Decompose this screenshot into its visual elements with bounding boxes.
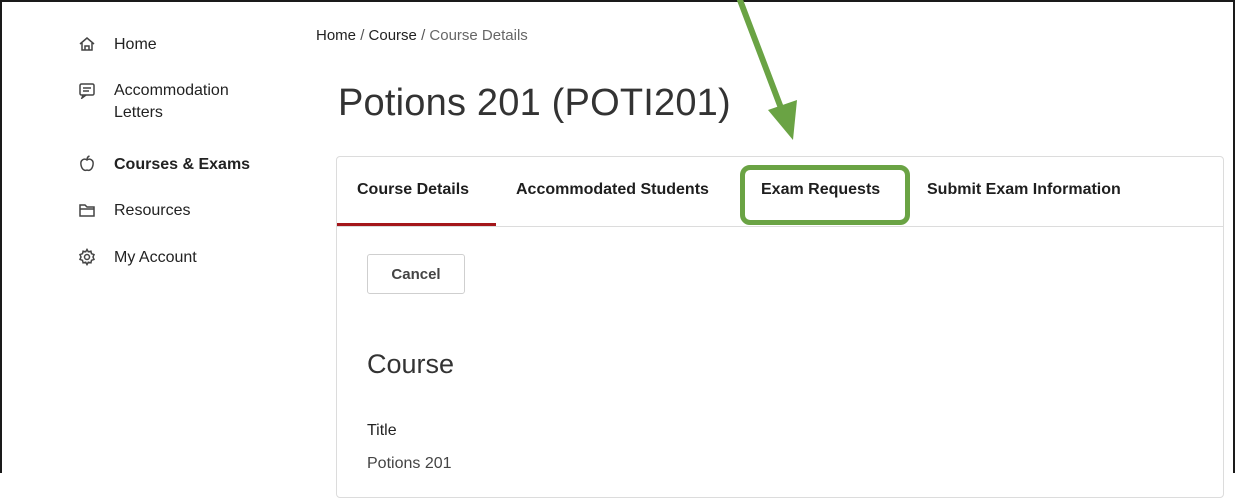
cancel-button[interactable]: Cancel bbox=[367, 254, 465, 294]
breadcrumb: Home / Course / Course Details bbox=[316, 27, 528, 44]
breadcrumb-home[interactable]: Home bbox=[316, 27, 356, 44]
sidebar-item-resources[interactable]: Resources bbox=[78, 200, 190, 223]
sidebar-item-label: Resources bbox=[114, 202, 191, 219]
section-title: Course bbox=[367, 349, 455, 379]
breadcrumb-separator: / bbox=[421, 27, 426, 44]
page-title: Potions 201 (POTI201) bbox=[338, 82, 731, 124]
sidebar-item-home[interactable]: Home bbox=[78, 34, 157, 57]
sidebar-item-accommodation-letters[interactable]: Accommodation Letters bbox=[78, 80, 229, 124]
folder-icon bbox=[78, 201, 100, 223]
sidebar-item-my-account[interactable]: My Account bbox=[78, 247, 197, 270]
gear-icon bbox=[78, 248, 100, 270]
tab-accommodated-students[interactable]: Accommodated Students bbox=[516, 181, 709, 199]
exam-requests-highlight bbox=[740, 165, 910, 225]
breadcrumb-current: Course Details bbox=[429, 27, 528, 44]
sidebar-item-courses-exams[interactable]: Courses & Exams bbox=[78, 154, 250, 177]
sidebar-item-label: My Account bbox=[114, 249, 197, 266]
course-card: Course Details Accommodated Students Exa… bbox=[336, 156, 1224, 498]
label-line-1: Accommodation bbox=[114, 82, 229, 99]
apple-icon bbox=[78, 155, 100, 177]
tab-bar: Course Details Accommodated Students Exa… bbox=[337, 157, 1223, 227]
breadcrumb-separator: / bbox=[360, 27, 365, 44]
home-icon bbox=[78, 35, 100, 57]
tab-course-details[interactable]: Course Details bbox=[357, 181, 469, 199]
breadcrumb-course[interactable]: Course bbox=[369, 27, 417, 44]
title-field-label: Title bbox=[367, 422, 397, 439]
active-tab-indicator bbox=[337, 223, 496, 226]
tab-submit-exam-information[interactable]: Submit Exam Information bbox=[927, 181, 1121, 199]
label-line-2: Letters bbox=[114, 104, 163, 121]
sidebar-item-label: Courses & Exams bbox=[114, 156, 251, 173]
sidebar-item-label: Home bbox=[114, 36, 157, 53]
title-field-value: Potions 201 bbox=[367, 455, 452, 472]
letter-icon bbox=[78, 81, 100, 103]
sidebar-item-label: Accommodation Letters bbox=[114, 80, 229, 124]
